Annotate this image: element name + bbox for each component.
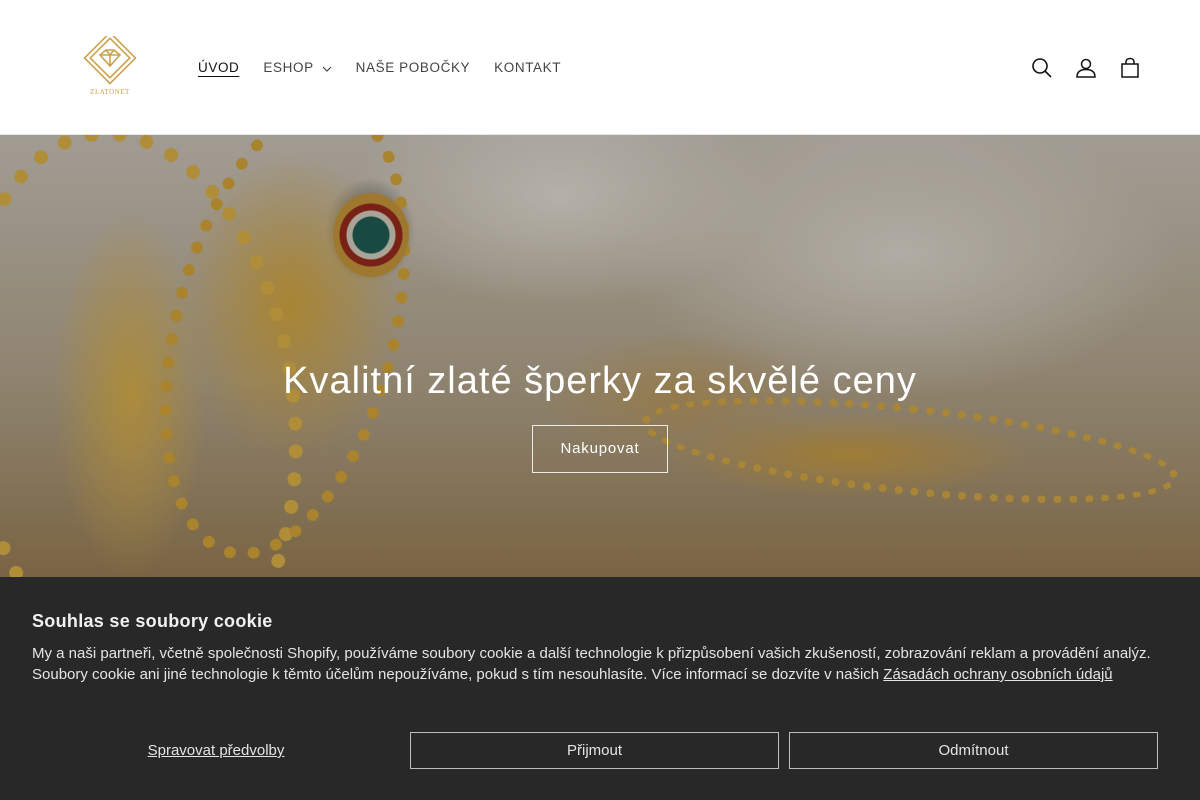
cookie-consent-banner: Souhlas se soubory cookie My a naši part… <box>0 577 1200 800</box>
nav-item-eshop[interactable]: ESHOP <box>263 59 332 75</box>
logo-wordmark: ZLATONET <box>90 88 130 96</box>
hero-banner: Kvalitní zlaté šperky za skvělé ceny Nak… <box>0 135 1200 577</box>
nav-item-eshop-label: ESHOP <box>263 59 314 75</box>
nav-item-nase-pobocky[interactable]: NAŠE POBOČKY <box>356 60 470 75</box>
shop-now-button[interactable]: Nakupovat <box>531 425 669 473</box>
nav-item-kontakt[interactable]: KONTAKT <box>494 60 561 75</box>
privacy-policy-link[interactable]: Zásadách ochrany osobních údajů <box>883 666 1112 683</box>
site-header: ZLATONET ÚVOD ESHOP NAŠE POBOČKY KONTAKT <box>0 0 1200 135</box>
zlatonet-logo[interactable]: ZLATONET <box>80 36 140 100</box>
accept-cookies-button[interactable]: Přijmout <box>410 732 779 769</box>
hero-overlay <box>0 135 1200 577</box>
search-icon[interactable] <box>1028 54 1056 82</box>
cookie-banner-title: Souhlas se soubory cookie <box>32 611 273 631</box>
diamond-logo-icon <box>83 36 137 85</box>
header-actions <box>1012 54 1144 82</box>
decline-cookies-button[interactable]: Odmítnout <box>789 732 1158 769</box>
account-icon[interactable] <box>1072 54 1100 82</box>
hero-title: Kvalitní zlaté šperky za skvělé ceny <box>283 360 917 402</box>
manage-preferences-link[interactable]: Spravovat předvolby <box>32 732 400 769</box>
chevron-down-icon <box>322 60 332 75</box>
cart-icon[interactable] <box>1116 54 1144 82</box>
nav-item-uvod[interactable]: ÚVOD <box>198 60 239 75</box>
main-nav: ÚVOD ESHOP NAŠE POBOČKY KONTAKT <box>198 56 585 78</box>
cookie-banner-text: My a naši partneři, včetně společnosti S… <box>32 643 1168 685</box>
hero-content: Kvalitní zlaté šperky za skvělé ceny Nak… <box>0 360 1200 473</box>
